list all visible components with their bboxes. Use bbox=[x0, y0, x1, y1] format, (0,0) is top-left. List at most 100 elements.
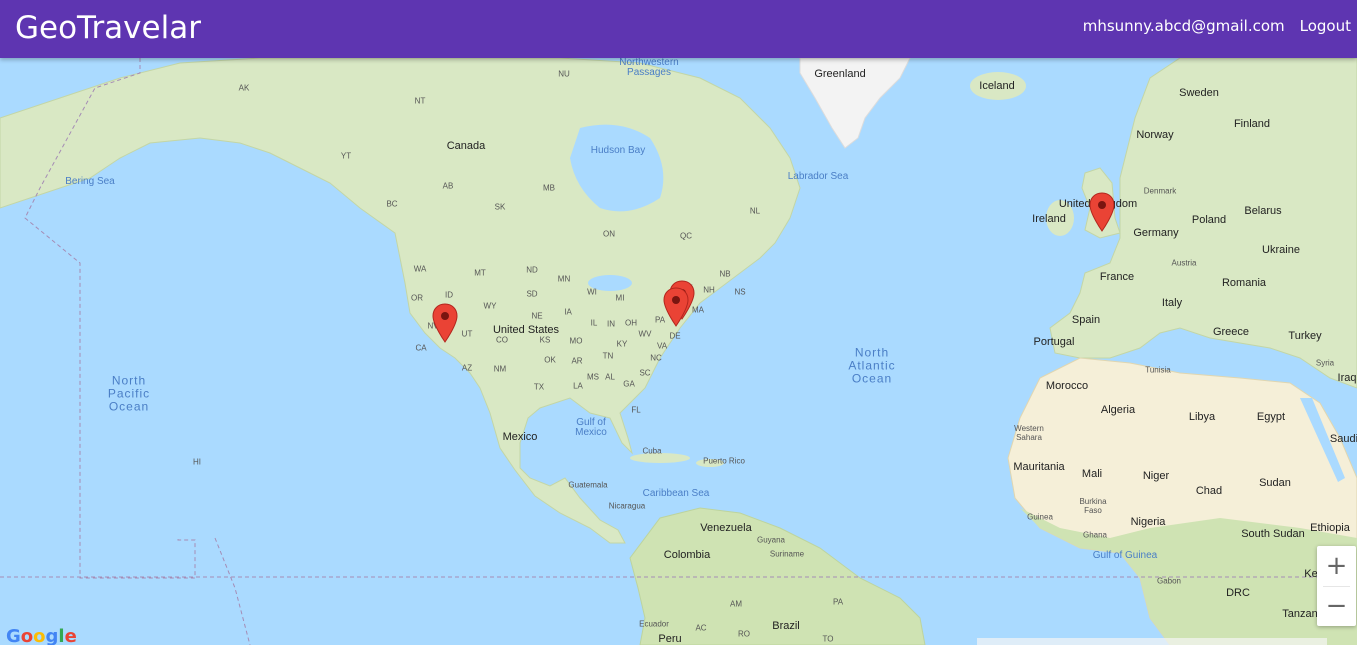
label-tx: TX bbox=[533, 382, 545, 392]
label-germany: Germany bbox=[1133, 227, 1179, 239]
label-mali: Mali bbox=[1081, 468, 1103, 480]
zoom-control: + − bbox=[1317, 546, 1356, 626]
label-caribbean-sea: Caribbean Sea bbox=[642, 488, 710, 499]
label-morocco: Morocco bbox=[1045, 380, 1089, 392]
label-belarus: Belarus bbox=[1244, 205, 1282, 217]
label-romania: Romania bbox=[1221, 277, 1267, 289]
user-email-link[interactable]: mhsunny.abcd@gmail.com bbox=[1083, 17, 1285, 35]
label-denmark: Denmark bbox=[1143, 186, 1177, 196]
label-ireland: Ireland bbox=[1032, 213, 1066, 225]
label-tanzan: Tanzan bbox=[1282, 608, 1318, 620]
label-chad: Chad bbox=[1195, 485, 1223, 497]
map-marker-pin-icon[interactable] bbox=[1089, 192, 1115, 232]
label-sudan: Sudan bbox=[1259, 477, 1291, 489]
label-suriname: Suriname bbox=[769, 549, 805, 559]
label-ab: AB bbox=[442, 181, 454, 191]
label-nm: NM bbox=[493, 364, 507, 374]
label-tn: TN bbox=[602, 351, 614, 361]
label-ethiopia: Ethiopia bbox=[1310, 522, 1350, 534]
logout-link[interactable]: Logout bbox=[1300, 17, 1351, 35]
label-co: CO bbox=[496, 335, 508, 345]
label-nicaragua: Nicaragua bbox=[608, 501, 646, 511]
label-wi: WI bbox=[587, 287, 597, 297]
map-marker-pin-icon[interactable] bbox=[432, 303, 458, 343]
date-line-south bbox=[214, 537, 251, 645]
label-nh: NH bbox=[703, 285, 715, 295]
label-ac: AC bbox=[695, 623, 707, 633]
label-gulf-of-mexico: Gulf of Mexico bbox=[575, 417, 607, 438]
zoom-divider bbox=[1323, 586, 1350, 587]
label-al: AL bbox=[605, 372, 615, 382]
label-mexico: Mexico bbox=[502, 431, 538, 443]
label-greece: Greece bbox=[1212, 326, 1250, 338]
label-sd: SD bbox=[526, 289, 538, 299]
label-on: ON bbox=[603, 229, 615, 239]
nav-right: mhsunny.abcd@gmail.com Logout bbox=[1083, 17, 1351, 35]
zoom-in-button[interactable]: + bbox=[1317, 546, 1356, 586]
label-az: AZ bbox=[461, 363, 473, 373]
label-turkey: Turkey bbox=[1288, 330, 1322, 342]
google-logo: Google bbox=[6, 626, 77, 645]
label-fl: FL bbox=[631, 405, 641, 415]
label-finland: Finland bbox=[1233, 118, 1271, 130]
label-wv: WV bbox=[638, 329, 652, 339]
brand-title[interactable]: GeoTravelar bbox=[15, 10, 201, 46]
label-la: LA bbox=[573, 381, 583, 391]
label-ukraine: Ukraine bbox=[1262, 244, 1300, 256]
label-ar: AR bbox=[571, 356, 583, 366]
label-syria: Syria bbox=[1315, 358, 1335, 368]
label-gabon: Gabon bbox=[1156, 576, 1182, 586]
label-oh: OH bbox=[625, 318, 637, 328]
label-northwestern-passages: Northwestern Passages bbox=[619, 58, 679, 78]
label-ak: AK bbox=[238, 83, 250, 93]
label-nigeria: Nigeria bbox=[1130, 516, 1166, 528]
label-tunisia: Tunisia bbox=[1145, 365, 1171, 375]
label-colombia: Colombia bbox=[663, 549, 711, 561]
label-nu: NU bbox=[558, 69, 570, 79]
label-spain: Spain bbox=[1071, 314, 1101, 326]
label-niger: Niger bbox=[1142, 470, 1170, 482]
label-yt: YT bbox=[340, 151, 352, 161]
label-western-sahara: Western Sahara bbox=[1014, 424, 1044, 442]
label-iraq: Iraq bbox=[1337, 372, 1357, 384]
label-canada: Canada bbox=[446, 140, 486, 152]
label-egypt: Egypt bbox=[1256, 411, 1286, 423]
world-map[interactable]: Greenland Iceland Sweden Finland Norway … bbox=[0, 58, 1357, 645]
label-austria: Austria bbox=[1171, 258, 1197, 268]
label-burkina-faso: Burkina Faso bbox=[1079, 497, 1107, 515]
map-attribution-bar bbox=[977, 638, 1327, 645]
label-ut: UT bbox=[461, 329, 473, 339]
label-sc: SC bbox=[639, 368, 651, 378]
label-north-atlantic-ocean: North Atlantic Ocean bbox=[848, 345, 896, 386]
label-hi: HI bbox=[193, 457, 201, 467]
label-bering-sea: Bering Sea bbox=[65, 176, 115, 187]
label-hudson-bay: Hudson Bay bbox=[590, 145, 646, 156]
label-mt: MT bbox=[474, 268, 486, 278]
label-cuba: Cuba bbox=[642, 446, 662, 456]
label-il: IL bbox=[590, 318, 598, 328]
label-in: IN bbox=[607, 319, 615, 329]
label-greenland: Greenland bbox=[814, 68, 866, 80]
label-wy: WY bbox=[483, 301, 497, 311]
label-brazil: Brazil bbox=[772, 620, 800, 632]
label-ky: KY bbox=[616, 339, 628, 349]
label-nd: ND bbox=[526, 265, 538, 275]
label-venezuela: Venezuela bbox=[700, 522, 752, 534]
label-peru: Peru bbox=[658, 633, 682, 645]
label-bc: BC bbox=[386, 199, 398, 209]
label-drc: DRC bbox=[1226, 587, 1250, 599]
label-poland: Poland bbox=[1191, 214, 1227, 226]
label-to: TO bbox=[822, 634, 834, 644]
label-ns: NS bbox=[734, 287, 746, 297]
label-guyana: Guyana bbox=[756, 535, 786, 545]
label-norway: Norway bbox=[1136, 129, 1174, 141]
label-north-pacific-ocean: North Pacific Ocean bbox=[107, 373, 151, 414]
label-id: ID bbox=[445, 290, 453, 300]
label-libya: Libya bbox=[1188, 411, 1216, 423]
label-labrador-sea: Labrador Sea bbox=[787, 171, 849, 182]
label-south-sudan: South Sudan bbox=[1241, 528, 1305, 540]
label-ecuador: Ecuador bbox=[639, 619, 669, 629]
zoom-out-button[interactable]: − bbox=[1317, 586, 1356, 626]
map-marker-pin-icon[interactable] bbox=[663, 287, 689, 327]
label-qc: QC bbox=[680, 231, 692, 241]
